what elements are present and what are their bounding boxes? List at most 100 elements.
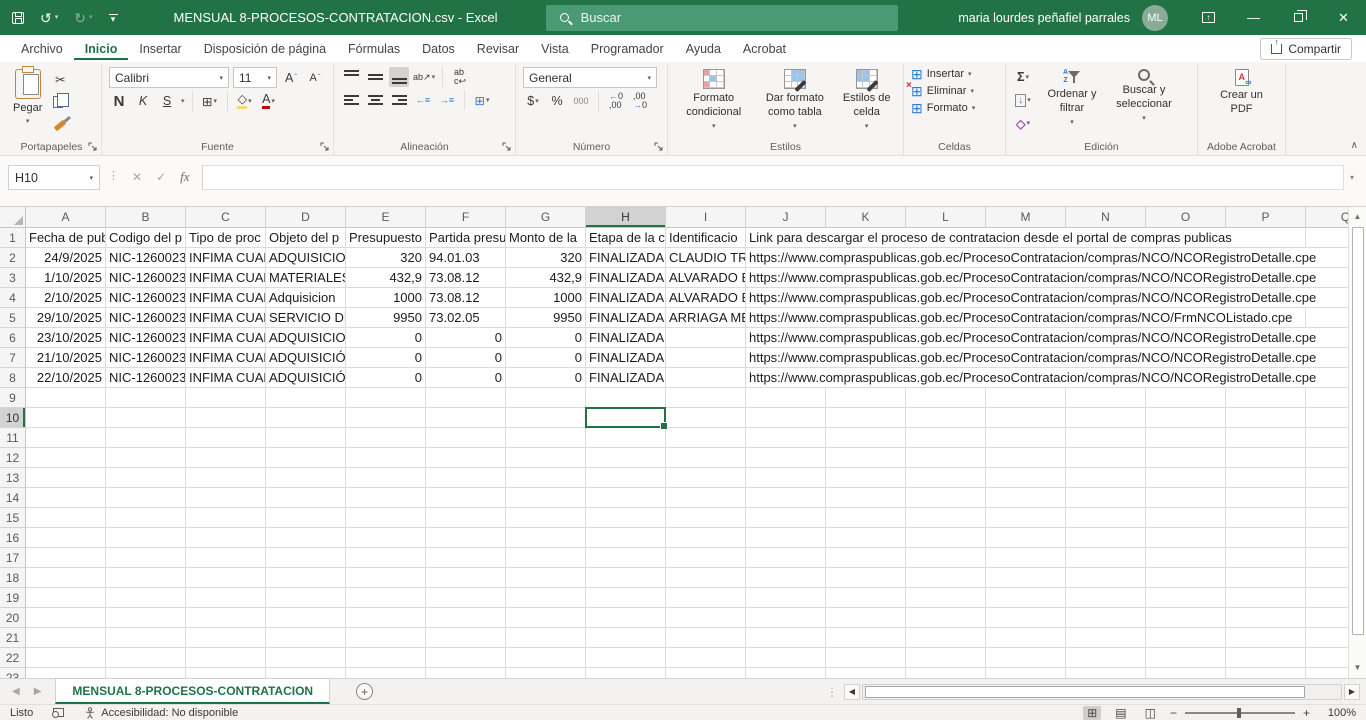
col-header-B[interactable]: B <box>106 207 186 228</box>
cell-A1[interactable]: Fecha de pub <box>26 228 106 248</box>
cell-D7[interactable]: ADQUISICIÓN <box>266 348 346 368</box>
cell-E11[interactable] <box>346 428 426 448</box>
cell-M19[interactable] <box>986 588 1066 608</box>
cell-G23[interactable] <box>506 668 586 678</box>
cell-H2[interactable]: FINALIZADA <box>586 248 666 268</box>
formula-input[interactable] <box>202 165 1344 190</box>
cell-A20[interactable] <box>26 608 106 628</box>
cell-D21[interactable] <box>266 628 346 648</box>
cell-I11[interactable] <box>666 428 746 448</box>
col-header-H[interactable]: H <box>586 207 666 228</box>
cell-K9[interactable] <box>826 388 906 408</box>
cell-I3[interactable]: ALVARADO E <box>666 268 746 288</box>
cell-Q18[interactable] <box>1306 568 1348 588</box>
cell-L9[interactable] <box>906 388 986 408</box>
row-header-23[interactable]: 23 <box>0 668 26 678</box>
col-header-D[interactable]: D <box>266 207 346 228</box>
cell-J1[interactable]: Link para descargar el proceso de contra… <box>746 228 826 248</box>
cell-N10[interactable] <box>1066 408 1146 428</box>
avatar[interactable]: ML <box>1142 5 1168 31</box>
cell-C19[interactable] <box>186 588 266 608</box>
cell-A23[interactable] <box>26 668 106 678</box>
cell-H17[interactable] <box>586 548 666 568</box>
cell-D19[interactable] <box>266 588 346 608</box>
cell-G9[interactable] <box>506 388 586 408</box>
row-header-4[interactable]: 4 <box>0 288 26 308</box>
cell-O10[interactable] <box>1146 408 1226 428</box>
cell-H23[interactable] <box>586 668 666 678</box>
cell-K14[interactable] <box>826 488 906 508</box>
cell-M23[interactable] <box>986 668 1066 678</box>
cell-A11[interactable] <box>26 428 106 448</box>
save-button[interactable] <box>12 12 24 24</box>
cell-C14[interactable] <box>186 488 266 508</box>
cell-A2[interactable]: 24/9/2025 <box>26 248 106 268</box>
tab-formulas[interactable]: Fórmulas <box>337 37 411 60</box>
percent-button[interactable]: % <box>547 91 567 111</box>
view-normal-button[interactable]: ⊞ <box>1083 706 1101 720</box>
cell-M18[interactable] <box>986 568 1066 588</box>
tab-archivo[interactable]: Archivo <box>10 37 74 60</box>
cell-D22[interactable] <box>266 648 346 668</box>
cell-J3[interactable]: https://www.compraspublicas.gob.ec/Proce… <box>746 268 826 288</box>
font-dialog-launcher[interactable] <box>320 142 330 152</box>
cell-C5[interactable]: INFIMA CUAN <box>186 308 266 328</box>
cell-L18[interactable] <box>906 568 986 588</box>
cell-G5[interactable]: 9950 <box>506 308 586 328</box>
cell-F16[interactable] <box>426 528 506 548</box>
cell-G22[interactable] <box>506 648 586 668</box>
align-right-button[interactable] <box>389 90 409 110</box>
cell-E15[interactable] <box>346 508 426 528</box>
cell-J20[interactable] <box>746 608 826 628</box>
vertical-scrollbar[interactable]: ▲ ▼ <box>1348 207 1366 678</box>
cell-I23[interactable] <box>666 668 746 678</box>
cell-K11[interactable] <box>826 428 906 448</box>
format-painter-button[interactable] <box>50 115 70 135</box>
zoom-slider-handle[interactable] <box>1237 708 1241 718</box>
align-middle-button[interactable] <box>365 67 385 87</box>
number-dialog-launcher[interactable] <box>654 142 664 152</box>
cell-C11[interactable] <box>186 428 266 448</box>
paste-button[interactable]: Pegar ▾ <box>9 67 46 128</box>
cell-K22[interactable] <box>826 648 906 668</box>
row-header-2[interactable]: 2 <box>0 248 26 268</box>
cell-G12[interactable] <box>506 448 586 468</box>
cell-H6[interactable]: FINALIZADA <box>586 328 666 348</box>
cell-E3[interactable]: 432,9 <box>346 268 426 288</box>
cell-J5[interactable]: https://www.compraspublicas.gob.ec/Proce… <box>746 308 826 328</box>
cell-O19[interactable] <box>1146 588 1226 608</box>
cell-F23[interactable] <box>426 668 506 678</box>
cell-B21[interactable] <box>106 628 186 648</box>
cell-P17[interactable] <box>1226 548 1306 568</box>
col-header-Q[interactable]: Q <box>1306 207 1348 228</box>
orientation-button[interactable]: ab↗▾ <box>413 67 435 87</box>
cell-L17[interactable] <box>906 548 986 568</box>
bold-button[interactable]: N <box>109 91 129 111</box>
cell-D17[interactable] <box>266 548 346 568</box>
cell-A4[interactable]: 2/10/2025 <box>26 288 106 308</box>
col-header-G[interactable]: G <box>506 207 586 228</box>
font-color-button[interactable]: A▾ <box>259 91 279 111</box>
align-left-button[interactable] <box>341 90 361 110</box>
cell-I13[interactable] <box>666 468 746 488</box>
cell-Q17[interactable] <box>1306 548 1348 568</box>
cell-J14[interactable] <box>746 488 826 508</box>
cell-F19[interactable] <box>426 588 506 608</box>
italic-button[interactable]: K <box>133 91 153 111</box>
cell-H19[interactable] <box>586 588 666 608</box>
cell-E22[interactable] <box>346 648 426 668</box>
cell-A15[interactable] <box>26 508 106 528</box>
cell-D18[interactable] <box>266 568 346 588</box>
cell-O22[interactable] <box>1146 648 1226 668</box>
cell-Q12[interactable] <box>1306 448 1348 468</box>
cell-G6[interactable]: 0 <box>506 328 586 348</box>
cell-H15[interactable] <box>586 508 666 528</box>
cell-N15[interactable] <box>1066 508 1146 528</box>
cell-A8[interactable]: 22/10/2025 <box>26 368 106 388</box>
row-header-13[interactable]: 13 <box>0 468 26 488</box>
scroll-down-icon[interactable]: ▼ <box>1354 661 1362 675</box>
col-header-L[interactable]: L <box>906 207 986 228</box>
cell-L12[interactable] <box>906 448 986 468</box>
increase-indent-button[interactable]: →≡ <box>437 90 457 110</box>
wrap-text-button[interactable]: abc↩ <box>450 67 470 87</box>
